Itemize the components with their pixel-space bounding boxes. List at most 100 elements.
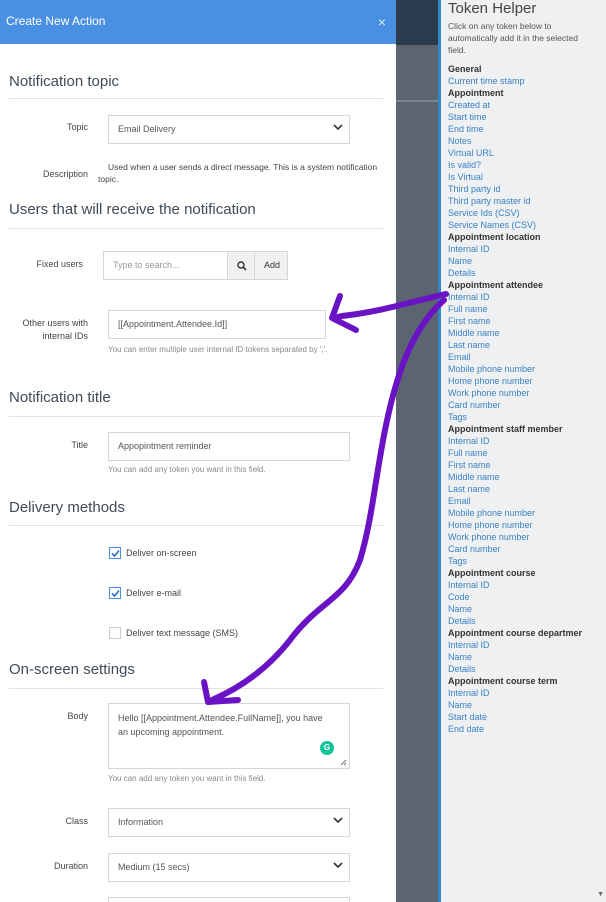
title-label: Title [71,440,88,450]
search-icon [237,261,247,271]
token-link[interactable]: Service Names (CSV) [448,219,536,231]
token-helper-title: Token Helper [448,0,537,17]
token-link[interactable]: Mobile phone number [448,507,535,519]
search-placeholder: Type to search... [113,260,180,270]
token-link[interactable]: Home phone number [448,519,533,531]
token-helper-panel: Token Helper Click on any token below to… [441,0,606,902]
token-link[interactable]: Third party master id [448,195,531,207]
add-user-button[interactable]: Add [254,251,288,280]
divider [9,228,383,229]
divider [9,525,383,526]
token-link[interactable]: Is valid? [448,159,481,171]
deliver-sms-checkbox[interactable] [109,627,121,639]
other-users-value: [[Appointment.Attendee.Id]] [118,319,228,329]
create-action-modal: Create New Action × Notification topic T… [0,0,396,902]
check-icon [111,549,120,558]
token-link[interactable]: Card number [448,399,501,411]
backdrop-header [396,0,440,45]
token-link[interactable]: Full name [448,447,488,459]
token-link[interactable]: Home phone number [448,375,533,387]
token-link[interactable]: Tags [448,411,467,423]
token-link[interactable]: Mobile phone number [448,363,535,375]
token-link[interactable]: Card number [448,543,501,555]
search-button[interactable] [227,251,255,280]
duration-label: Duration [53,861,88,871]
token-link[interactable]: Internal ID [448,243,490,255]
divider [9,98,383,99]
topic-select[interactable]: Email Delivery [108,115,350,144]
other-users-input[interactable]: [[Appointment.Attendee.Id]] [108,310,326,339]
token-link[interactable]: Is Virtual [448,171,483,183]
token-link[interactable]: Internal ID [448,435,490,447]
token-link[interactable]: First name [448,315,491,327]
scroll-down-icon[interactable]: ▼ [597,891,604,898]
token-link[interactable]: Tags [448,555,467,567]
body-label: Body [67,711,88,721]
token-link[interactable]: Last name [448,339,490,351]
token-link[interactable]: Last name [448,483,490,495]
token-link[interactable]: End time [448,123,484,135]
backdrop-divider [396,100,440,102]
token-link[interactable]: Details [448,663,476,675]
section-notification-title: Notification title [9,389,111,406]
token-link[interactable]: Details [448,267,476,279]
token-link[interactable]: Internal ID [448,291,490,303]
token-link[interactable]: Middle name [448,327,500,339]
token-link[interactable]: Internal ID [448,579,490,591]
token-link[interactable]: Work phone number [448,531,529,543]
other-users-label: Other users with internal IDs [22,318,88,341]
token-link[interactable]: Name [448,255,472,267]
body-value: Hello [[Appointment.Attendee.FullName]],… [118,713,323,737]
token-group-heading: Appointment course departmer [448,628,583,638]
token-link[interactable]: Service Ids (CSV) [448,207,520,219]
close-icon[interactable]: × [378,14,386,30]
chevron-down-icon [333,817,343,824]
token-link[interactable]: Internal ID [448,687,490,699]
token-link[interactable]: Full name [448,303,488,315]
token-link[interactable]: Third party id [448,183,501,195]
body-help: You can add any token you want in this f… [108,774,266,783]
deliver-email-label: Deliver e-mail [126,588,182,598]
section-onscreen-settings: On-screen settings [9,661,135,678]
resize-handle-icon[interactable] [340,759,347,766]
token-link[interactable]: Current time stamp [448,75,525,87]
duration-select[interactable]: Medium (15 secs) [108,853,350,882]
scrollbar[interactable]: ▼ [596,0,606,902]
token-link[interactable]: Created at [448,99,490,111]
next-field[interactable] [108,897,350,902]
deliver-onscreen-checkbox[interactable] [109,547,121,559]
body-textarea[interactable]: Hello [[Appointment.Attendee.FullName]],… [108,703,350,769]
duration-value: Medium (15 secs) [118,862,190,872]
token-link[interactable]: Middle name [448,471,500,483]
grammarly-icon[interactable]: G [320,741,334,755]
section-notification-topic: Notification topic [9,73,120,90]
token-link[interactable]: Code [448,591,470,603]
token-link[interactable]: Email [448,351,471,363]
token-link[interactable]: Internal ID [448,639,490,651]
token-group-heading: Appointment attendee [448,280,544,290]
token-link[interactable]: Start date [448,711,487,723]
user-search-input[interactable]: Type to search... [103,251,228,280]
modal-title: Create New Action [6,14,106,28]
token-link[interactable]: Name [448,603,472,615]
deliver-email-checkbox[interactable] [109,587,121,599]
token-link[interactable]: Start time [448,111,487,123]
token-group-heading: Appointment course [448,568,536,578]
token-link[interactable]: Notes [448,135,472,147]
token-link[interactable]: End date [448,723,484,735]
token-link[interactable]: Virtual URL [448,147,494,159]
modal-backdrop [396,0,440,902]
topic-description: Used when a user sends a direct message.… [98,162,378,184]
token-link[interactable]: Name [448,651,472,663]
token-group-heading: Appointment staff member [448,424,563,434]
token-link[interactable]: Email [448,495,471,507]
class-value: Information [118,817,164,827]
section-delivery-methods: Delivery methods [9,499,125,516]
class-select[interactable]: Information [108,808,350,837]
token-link[interactable]: Details [448,615,476,627]
title-input[interactable]: Appopintment reminder [108,432,350,461]
token-group-heading: General [448,64,482,74]
token-link[interactable]: Work phone number [448,387,529,399]
token-link[interactable]: First name [448,459,491,471]
token-link[interactable]: Name [448,699,472,711]
